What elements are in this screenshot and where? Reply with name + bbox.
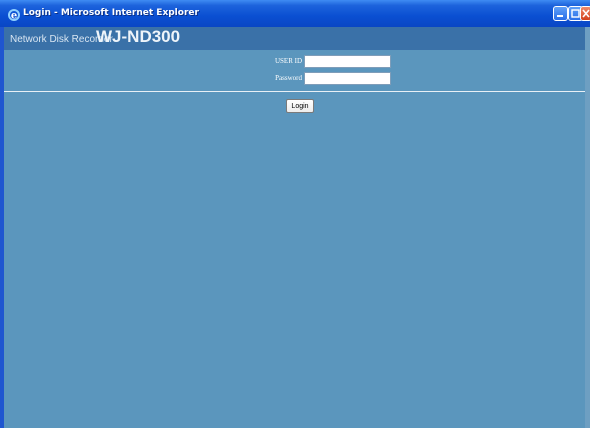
password-row: Password <box>4 72 590 86</box>
page-content: Network Disk Recorder WJ-ND300 USER ID P… <box>4 27 590 428</box>
ie-logo-icon: e <box>7 7 21 22</box>
window-title: Login - Microsoft Internet Explorer <box>23 8 199 18</box>
password-label: Password <box>275 74 302 82</box>
password-input[interactable] <box>304 72 391 85</box>
title-bar[interactable]: e Login - Microsoft Internet Explorer <box>0 0 590 27</box>
login-button[interactable]: Login <box>286 99 314 113</box>
user-id-input[interactable] <box>304 55 391 68</box>
model-name: WJ-ND300 <box>96 27 181 46</box>
minimize-icon[interactable] <box>553 6 568 21</box>
app-header: Network Disk Recorder WJ-ND300 <box>4 27 590 50</box>
divider <box>4 91 590 92</box>
user-id-row: USER ID <box>4 55 590 69</box>
svg-text:e: e <box>11 11 17 22</box>
browser-window: e Login - Microsoft Internet Explorer Ne… <box>0 0 590 428</box>
user-id-label: USER ID <box>274 57 302 65</box>
scrollbar[interactable] <box>585 27 590 428</box>
close-icon[interactable] <box>580 6 590 21</box>
